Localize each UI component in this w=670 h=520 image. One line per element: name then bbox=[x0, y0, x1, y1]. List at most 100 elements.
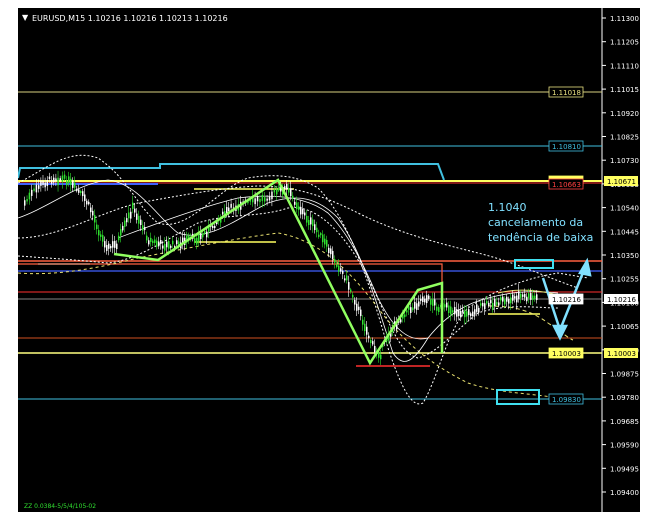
candle-body bbox=[444, 304, 446, 308]
candle-body bbox=[498, 302, 500, 306]
price-tick-label: 1.10730 bbox=[610, 157, 639, 165]
candle-body bbox=[44, 182, 46, 188]
candle-body bbox=[352, 294, 354, 298]
candle-body bbox=[130, 211, 132, 219]
candle-body bbox=[55, 178, 57, 182]
candle-body bbox=[358, 306, 360, 311]
candle-body bbox=[112, 241, 114, 248]
price-label-text: 1.10663 bbox=[552, 181, 581, 189]
candle-body bbox=[466, 311, 468, 317]
chart-window[interactable]: ▼ EURUSD,M15 1.10216 1.10216 1.10213 1.1… bbox=[18, 8, 640, 512]
candle-body bbox=[150, 237, 152, 242]
candle-body bbox=[314, 224, 316, 231]
candle-body bbox=[406, 310, 408, 313]
candle-body bbox=[464, 310, 466, 318]
candle-body bbox=[316, 227, 318, 233]
candle-body bbox=[448, 305, 450, 314]
candle-body bbox=[528, 293, 530, 299]
price-tick-label: 1.09400 bbox=[610, 489, 639, 497]
candle-body bbox=[92, 210, 94, 216]
candle-body bbox=[426, 295, 428, 304]
candle-body bbox=[82, 191, 84, 197]
candle-body bbox=[86, 200, 88, 205]
price-tick-label: 1.09685 bbox=[610, 418, 639, 426]
annotation-line2: cancelamento da bbox=[488, 216, 583, 229]
price-label-text: 1.11018 bbox=[552, 89, 581, 97]
candle-body bbox=[340, 268, 342, 272]
candle-body bbox=[168, 240, 170, 249]
price-tick-label: 1.10255 bbox=[610, 276, 639, 284]
candle-body bbox=[338, 265, 340, 272]
candle-body bbox=[500, 297, 502, 301]
candle-body bbox=[530, 293, 532, 300]
price-label-text: 1.10003 bbox=[552, 350, 581, 358]
bottom-strip bbox=[0, 512, 670, 520]
indicator-bands bbox=[18, 154, 589, 405]
candle-body bbox=[520, 293, 522, 298]
candle-body bbox=[474, 309, 476, 315]
candle-body bbox=[380, 354, 382, 360]
axis-price-text: 1.10671 bbox=[607, 178, 636, 186]
candle-body bbox=[206, 231, 208, 238]
chart-header-arrow-icon[interactable]: ▼ bbox=[22, 13, 29, 22]
candle-body bbox=[356, 303, 358, 311]
candle-body bbox=[512, 294, 514, 301]
indicator-footer: ZZ 0.0384-5/5/4/105-02 bbox=[24, 503, 96, 510]
candle-body bbox=[230, 203, 232, 208]
candle-body bbox=[470, 313, 472, 317]
candle-body bbox=[66, 180, 68, 186]
candle-body bbox=[342, 270, 344, 274]
candle-body bbox=[456, 309, 458, 317]
candle-body bbox=[176, 240, 178, 245]
candle-body bbox=[478, 307, 480, 313]
candle-body bbox=[170, 245, 172, 248]
candle-body bbox=[508, 298, 510, 304]
candle-body bbox=[410, 307, 412, 313]
candle-body bbox=[94, 215, 96, 223]
candle-body bbox=[48, 176, 51, 179]
candle-body bbox=[468, 309, 470, 316]
candle-body bbox=[158, 241, 160, 247]
candle-body bbox=[124, 220, 126, 227]
price-tick-label: 1.11015 bbox=[610, 86, 639, 94]
candle-body bbox=[63, 174, 66, 179]
candle-body bbox=[308, 220, 310, 226]
candle-body bbox=[484, 303, 486, 310]
candle-body bbox=[354, 299, 356, 305]
price-tick-label: 1.11205 bbox=[610, 39, 639, 47]
candle-body bbox=[104, 241, 106, 248]
candle-body bbox=[88, 201, 90, 205]
candle-body bbox=[518, 291, 520, 299]
candle-body bbox=[436, 306, 438, 311]
candle-body bbox=[222, 211, 224, 215]
candle-body bbox=[326, 239, 328, 247]
candle-body bbox=[228, 207, 230, 212]
candle-body bbox=[332, 250, 334, 259]
candle-body bbox=[502, 296, 504, 302]
candle-body bbox=[96, 224, 98, 230]
candle-body bbox=[288, 188, 290, 193]
candle-body bbox=[480, 303, 482, 306]
candle-body bbox=[284, 186, 286, 189]
candle-body bbox=[454, 307, 456, 315]
price-axis[interactable]: 1.11300 1.11205 1.11110 1.11015 1.10920 1.108… bbox=[602, 15, 639, 497]
target-rect-lower bbox=[496, 389, 540, 405]
candle-body bbox=[259, 198, 261, 203]
resistance-step-line bbox=[18, 163, 445, 181]
candle-body bbox=[90, 207, 92, 213]
annotation-price: 1.1040 bbox=[488, 201, 527, 214]
candle-body bbox=[362, 319, 364, 325]
price-tick-label: 1.09590 bbox=[610, 442, 639, 450]
candle-body bbox=[122, 225, 124, 231]
price-label-text: 1.10810 bbox=[552, 143, 581, 151]
range-lines bbox=[38, 188, 540, 367]
candle-body bbox=[212, 225, 214, 228]
candle-body bbox=[514, 296, 516, 299]
candle-body bbox=[256, 196, 259, 202]
candle-body bbox=[322, 234, 324, 243]
candle-body bbox=[434, 299, 436, 306]
candle-body bbox=[292, 195, 294, 199]
candle-body bbox=[42, 180, 44, 185]
candle-body bbox=[102, 235, 104, 242]
candle-body bbox=[80, 190, 82, 193]
